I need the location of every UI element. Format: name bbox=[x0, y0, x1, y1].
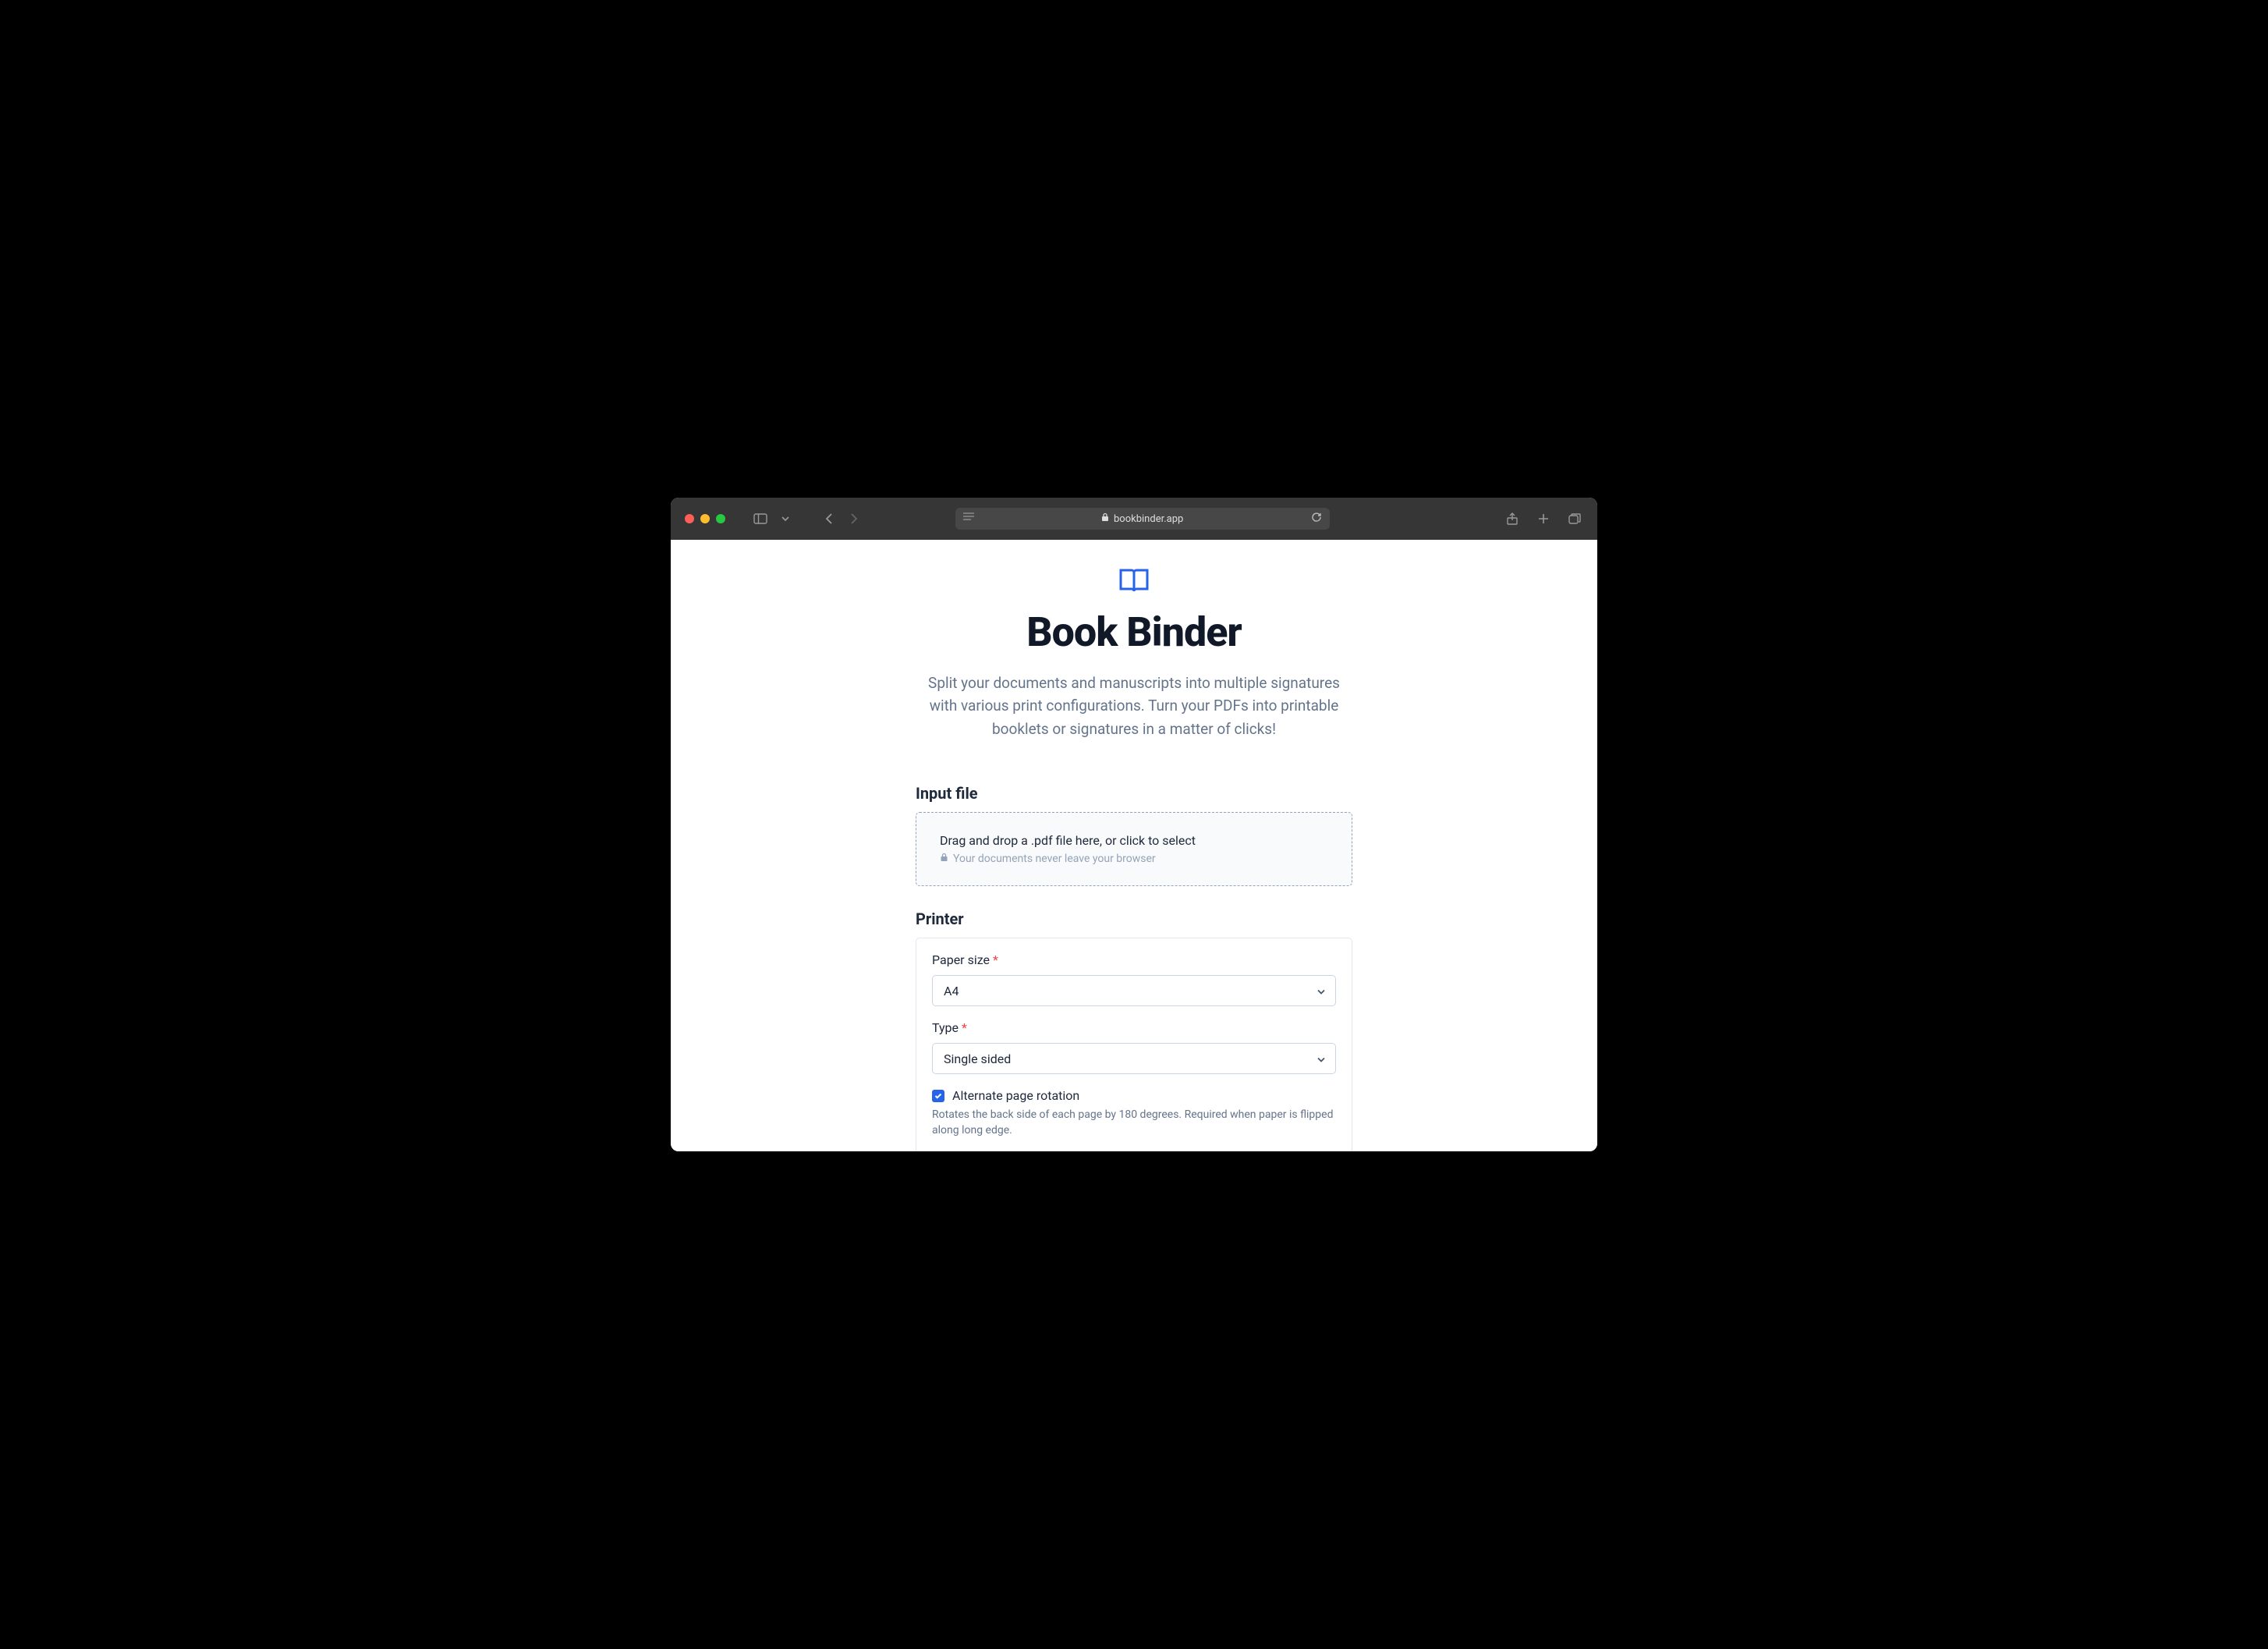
page-description: Split your documents and manuscripts int… bbox=[923, 672, 1345, 740]
paper-size-label: Paper size * bbox=[932, 952, 1336, 967]
reload-icon[interactable] bbox=[1311, 512, 1322, 526]
share-icon[interactable] bbox=[1504, 510, 1521, 527]
alternate-rotation-label: Alternate page rotation bbox=[952, 1088, 1079, 1103]
type-select[interactable]: Single sided bbox=[932, 1043, 1336, 1074]
type-value: Single sided bbox=[944, 1051, 1011, 1066]
lock-icon bbox=[1101, 512, 1109, 525]
tabs-overview-icon[interactable] bbox=[1566, 510, 1583, 527]
page-title: Book Binder bbox=[916, 608, 1352, 656]
chevron-down-icon bbox=[1317, 1051, 1326, 1066]
hero: Book Binder Split your documents and man… bbox=[916, 568, 1352, 740]
chevron-down-icon[interactable] bbox=[777, 510, 794, 527]
browser-chrome: bookbinder.app bbox=[671, 498, 1597, 540]
dropzone-instruction: Drag and drop a .pdf file here, or click… bbox=[940, 833, 1328, 848]
alternate-rotation-help: Rotates the back side of each page by 18… bbox=[932, 1108, 1336, 1138]
input-file-heading: Input file bbox=[916, 784, 1352, 803]
url-text: bookbinder.app bbox=[1114, 513, 1183, 525]
type-label: Type * bbox=[932, 1020, 1336, 1035]
dropzone-privacy-note: Your documents never leave your browser bbox=[940, 853, 1328, 865]
printer-card: Paper size * A4 Type * Single sided bbox=[916, 938, 1352, 1151]
book-icon bbox=[916, 568, 1352, 596]
minimize-window-button[interactable] bbox=[700, 514, 710, 523]
chevron-down-icon bbox=[1317, 984, 1326, 998]
paper-size-value: A4 bbox=[944, 984, 959, 998]
printer-heading: Printer bbox=[916, 910, 1352, 928]
lock-icon bbox=[940, 853, 948, 865]
file-dropzone[interactable]: Drag and drop a .pdf file here, or click… bbox=[916, 812, 1352, 886]
browser-window: bookbinder.app bbox=[671, 498, 1597, 1151]
fullscreen-window-button[interactable] bbox=[716, 514, 725, 523]
reader-mode-icon[interactable] bbox=[963, 512, 974, 525]
close-window-button[interactable] bbox=[685, 514, 694, 523]
forward-button[interactable] bbox=[845, 510, 863, 527]
traffic-lights bbox=[685, 514, 725, 523]
new-tab-icon[interactable] bbox=[1535, 510, 1552, 527]
paper-size-select[interactable]: A4 bbox=[932, 975, 1336, 1006]
back-button[interactable] bbox=[820, 510, 838, 527]
url-bar[interactable]: bookbinder.app bbox=[955, 508, 1330, 530]
page-viewport[interactable]: Book Binder Split your documents and man… bbox=[671, 540, 1597, 1151]
sidebar-toggle-icon[interactable] bbox=[752, 510, 769, 527]
alternate-rotation-checkbox[interactable] bbox=[932, 1090, 944, 1102]
